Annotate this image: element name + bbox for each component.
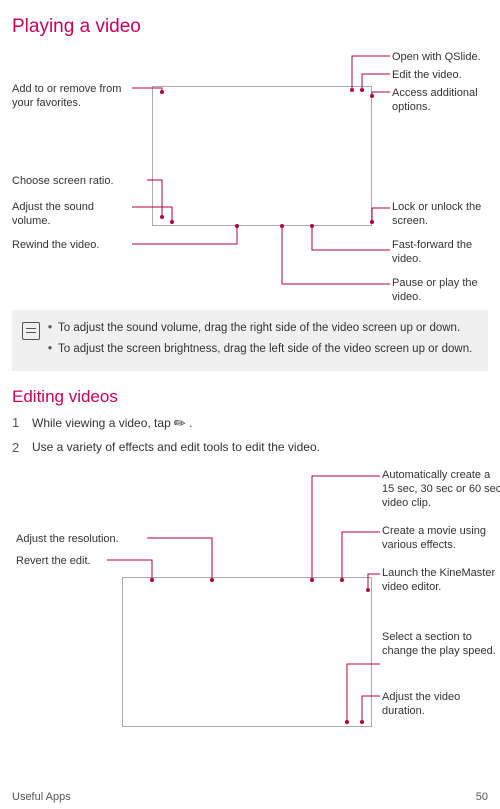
- note-icon: [22, 322, 40, 340]
- note-bullet-2: To adjust the screen brightness, drag th…: [58, 341, 472, 358]
- callout-rewind: Rewind the video.: [12, 238, 132, 252]
- callout-screen-ratio: Choose screen ratio.: [12, 174, 152, 188]
- callout-options: Access additional options.: [392, 86, 500, 115]
- editor-screen-placeholder: [122, 577, 372, 727]
- footer-section-label: Useful Apps: [12, 791, 71, 803]
- step-1: 1 While viewing a video, tap ✎ .: [12, 413, 488, 434]
- video-screen-placeholder: [152, 86, 372, 226]
- page-footer: Useful Apps 50: [12, 791, 488, 803]
- callout-fastforward: Fast-forward the video.: [392, 238, 500, 267]
- callout-pause: Pause or play the video.: [392, 276, 500, 305]
- note-bullet-1: To adjust the sound volume, drag the rig…: [58, 320, 460, 337]
- diagram-playing-video: Add to or remove from your favorites. Ch…: [12, 52, 488, 302]
- steps-list: 1 While viewing a video, tap ✎ . 2 Use a…: [12, 413, 488, 458]
- callout-revert: Revert the edit.: [16, 554, 166, 568]
- step-2: 2 Use a variety of effects and edit tool…: [12, 438, 488, 458]
- heading-editing-videos: Editing videos: [12, 387, 488, 407]
- step-2-text: Use a variety of effects and edit tools …: [32, 438, 320, 458]
- note-box: •To adjust the sound volume, drag the ri…: [12, 310, 488, 371]
- callout-favorites: Add to or remove from your favorites.: [12, 82, 132, 111]
- callout-resolution: Adjust the resolution.: [16, 532, 166, 546]
- note-text: •To adjust the sound volume, drag the ri…: [48, 320, 472, 361]
- pencil-icon: ✎: [169, 412, 191, 436]
- callout-movie: Create a movie using various effects.: [382, 524, 500, 553]
- callout-kinemaster: Launch the KineMaster video editor.: [382, 566, 500, 595]
- callout-duration: Adjust the video duration.: [382, 690, 500, 719]
- callout-speed: Select a section to change the play spee…: [382, 630, 500, 659]
- callout-edit: Edit the video.: [392, 68, 500, 82]
- callout-volume: Adjust the sound volume.: [12, 200, 132, 229]
- callout-qslide: Open with QSlide.: [392, 50, 500, 64]
- footer-page-number: 50: [476, 791, 488, 803]
- diagram-editing-videos: Adjust the resolution. Revert the edit. …: [12, 462, 488, 742]
- callout-auto-clip: Automatically create a 15 sec, 30 sec or…: [382, 468, 500, 511]
- callout-lock: Lock or unlock the screen.: [392, 200, 500, 229]
- step-1-text: While viewing a video, tap: [32, 416, 174, 430]
- heading-playing-video: Playing a video: [12, 16, 488, 38]
